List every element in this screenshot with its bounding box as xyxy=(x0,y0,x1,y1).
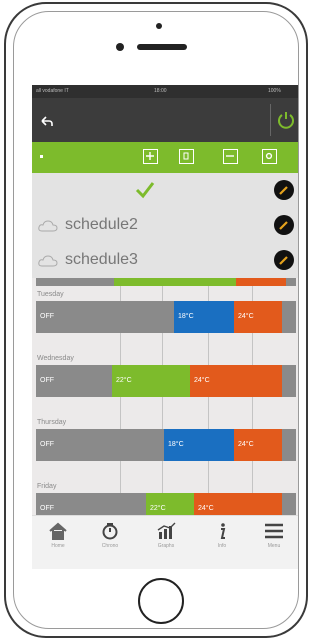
tab-home[interactable]: Home xyxy=(38,522,78,566)
day-schedule[interactable]: Wednesday OFF 22°C 24°C xyxy=(32,350,298,414)
plus-icon xyxy=(146,152,154,160)
tab-label: Info xyxy=(217,543,227,549)
tab-menu[interactable]: Menu xyxy=(254,522,294,566)
tab-label: Home xyxy=(51,543,65,549)
tab-graphs[interactable]: Graphs xyxy=(146,522,186,566)
schedule-bar[interactable]: OFF 22°C 24°C xyxy=(36,365,296,397)
status-bar: all vodafone IT 18:00 100% xyxy=(32,85,298,98)
schedule-bar[interactable]: OFF 18°C 24°C xyxy=(36,429,296,461)
add-button[interactable] xyxy=(143,149,158,164)
tab-label: Menu xyxy=(267,543,281,549)
navbar-divider xyxy=(270,104,271,136)
menu-icon xyxy=(265,523,283,539)
schedule-segment[interactable]: 24°C xyxy=(234,429,282,461)
power-icon[interactable] xyxy=(277,111,295,129)
app-screen: all vodafone IT 18:00 100% schedule2 sch… xyxy=(32,85,298,569)
schedule-toolbar xyxy=(32,142,298,173)
dropdown-item-selected[interactable] xyxy=(32,173,298,208)
minus-icon xyxy=(226,155,234,157)
top-navbar xyxy=(32,98,298,142)
status-battery: 100% xyxy=(268,88,281,94)
schedule-segment[interactable]: OFF xyxy=(36,365,112,397)
day-label: Tuesday xyxy=(37,291,64,298)
pencil-icon xyxy=(279,221,288,230)
tab-label: Chrono xyxy=(101,543,119,549)
bottom-tabbar: Home Chrono Graphs Info Menu xyxy=(32,515,298,569)
edit-button[interactable] xyxy=(274,250,294,270)
status-carrier: all vodafone IT xyxy=(36,88,69,94)
day-label: Wednesday xyxy=(37,355,74,362)
camera-icon xyxy=(156,23,162,29)
edit-button[interactable] xyxy=(274,215,294,235)
day-schedule[interactable]: Thursday OFF 18°C 24°C xyxy=(32,414,298,478)
remove-button[interactable] xyxy=(223,149,238,164)
schedule-segment[interactable]: OFF xyxy=(36,429,164,461)
graphs-icon xyxy=(157,522,176,539)
tab-chrono[interactable]: Chrono xyxy=(90,522,130,566)
tab-info[interactable]: Info xyxy=(202,522,242,566)
schedule-segment[interactable]: 24°C xyxy=(190,365,282,397)
edit-button[interactable] xyxy=(274,180,294,200)
schedule-segment[interactable]: OFF xyxy=(36,301,174,333)
info-icon xyxy=(220,523,226,539)
back-arrow-icon[interactable] xyxy=(41,116,53,128)
checkmark-icon xyxy=(135,182,155,199)
schedule-segment[interactable] xyxy=(282,365,296,397)
dropdown-item-label: schedule2 xyxy=(65,216,138,233)
tab-label: Graphs xyxy=(157,543,175,549)
dropdown-item-schedule2[interactable]: schedule2 xyxy=(32,208,298,243)
pencil-icon xyxy=(279,256,288,265)
schedule-bar[interactable]: OFF 18°C 24°C xyxy=(36,301,296,333)
schedule-dropdown: schedule2 schedule3 xyxy=(32,173,298,278)
schedule-segment[interactable] xyxy=(282,301,296,333)
dropdown-toggle-icon[interactable] xyxy=(40,155,43,158)
schedule-segment[interactable]: 22°C xyxy=(112,365,190,397)
sensor-dot xyxy=(116,43,124,51)
schedule-segment[interactable] xyxy=(282,429,296,461)
schedule-segment[interactable]: 18°C xyxy=(164,429,234,461)
cloud-icon xyxy=(38,220,58,232)
day-schedule[interactable]: Tuesday OFF 18°C 24°C xyxy=(32,286,298,350)
speaker-grille xyxy=(137,44,187,50)
monday-bar-partial xyxy=(32,278,298,286)
copy-button[interactable] xyxy=(179,149,194,164)
pencil-icon xyxy=(279,186,288,195)
chrono-icon xyxy=(102,523,118,540)
schedule-segment[interactable]: 24°C xyxy=(234,301,282,333)
gear-icon xyxy=(265,152,273,160)
home-hardware-button[interactable] xyxy=(138,578,184,624)
cloud-icon xyxy=(38,255,58,267)
schedule-segment[interactable]: 18°C xyxy=(174,301,234,333)
settings-button[interactable] xyxy=(262,149,277,164)
dropdown-item-schedule3[interactable]: schedule3 xyxy=(32,243,298,278)
home-icon xyxy=(49,522,67,540)
status-time: 18:00 xyxy=(154,88,167,94)
dropdown-item-label: schedule3 xyxy=(65,251,138,268)
copy-icon xyxy=(183,152,189,160)
day-label: Thursday xyxy=(37,419,67,426)
day-label: Friday xyxy=(37,483,57,490)
